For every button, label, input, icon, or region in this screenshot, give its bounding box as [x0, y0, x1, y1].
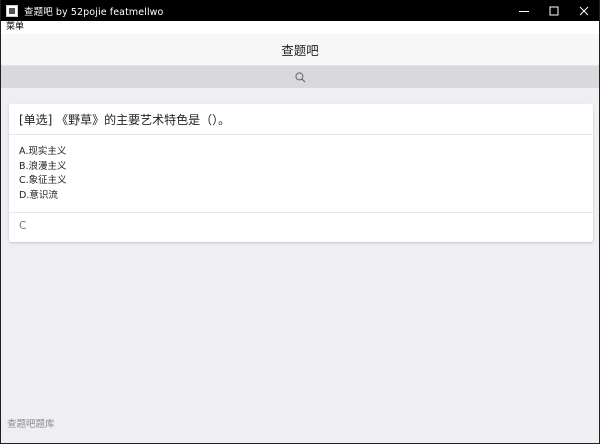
- window-title: 查题吧 by 52pojie featmellwo: [24, 6, 164, 18]
- minimize-icon: [519, 10, 529, 12]
- question-card: [单选] 《野草》的主要艺术特色是（）。 A.现实主义 B.浪漫主义 C.象征主…: [9, 104, 593, 242]
- page-title: 查题吧: [281, 43, 319, 58]
- search-bar[interactable]: [1, 66, 599, 88]
- option-c: C.象征主义: [19, 175, 67, 186]
- maximize-icon: [549, 6, 559, 15]
- page-header: 查题吧: [1, 34, 599, 66]
- menu-bar: 菜单: [1, 21, 599, 34]
- close-button[interactable]: [569, 0, 599, 21]
- footer-label: 查题吧题库: [7, 419, 55, 430]
- minimize-button[interactable]: [509, 0, 539, 21]
- option-b: B.浪漫主义: [19, 160, 67, 172]
- app-window: 查题吧 by 52pojie featmellwo 菜单 查题吧 [单选] 《野…: [0, 0, 600, 444]
- app-icon: [6, 4, 18, 17]
- close-icon: [579, 6, 589, 15]
- title-bar[interactable]: 查题吧 by 52pojie featmellwo: [1, 0, 599, 21]
- search-icon[interactable]: [294, 71, 306, 83]
- option-d: D.意识流: [19, 189, 58, 201]
- question-text: [单选] 《野草》的主要艺术特色是（）。: [9, 104, 593, 135]
- window-controls: [509, 0, 599, 21]
- option-a: A.现实主义: [19, 146, 67, 157]
- options-list: A.现实主义 B.浪漫主义 C.象征主义 D.意识流: [19, 145, 67, 203]
- menu-item[interactable]: 菜单: [6, 21, 24, 34]
- card-divider: [9, 212, 593, 213]
- maximize-button[interactable]: [539, 0, 569, 21]
- answer-text: C: [19, 220, 27, 232]
